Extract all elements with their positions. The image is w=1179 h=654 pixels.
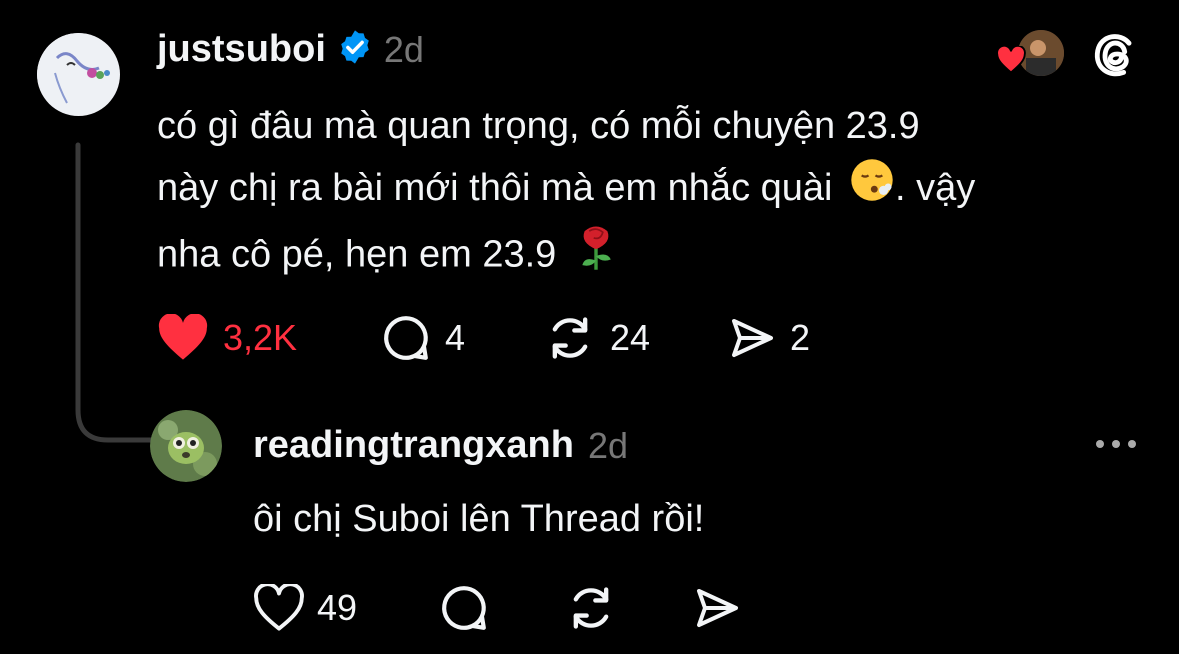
post-header: justsuboi 2d xyxy=(157,28,424,71)
heart-icon xyxy=(253,584,305,632)
repost-icon xyxy=(565,582,617,634)
comment-icon xyxy=(439,583,489,633)
threads-logo-icon[interactable] xyxy=(1088,27,1142,86)
repost-count: 24 xyxy=(610,317,651,358)
post-body: có gì đâu mà quan trọng, có mỗi chuyện 2… xyxy=(157,95,1157,291)
reply-body: ôi chị Suboi lên Thread rồi! xyxy=(253,498,705,540)
share-count: 2 xyxy=(790,317,811,358)
more-options-icon[interactable] xyxy=(1092,432,1140,461)
reply-header: readingtrangxanh 2d xyxy=(253,424,628,467)
reply-share-button[interactable] xyxy=(693,584,741,632)
repost-button[interactable]: 24 xyxy=(544,312,728,364)
repost-icon xyxy=(544,312,596,364)
heart-icon xyxy=(157,314,209,362)
send-icon xyxy=(693,584,741,632)
reply-actions: 49 xyxy=(253,582,741,634)
exhale-face-emoji-icon xyxy=(849,157,895,222)
reply-reply-button[interactable] xyxy=(439,583,565,633)
reply-author-username[interactable]: readingtrangxanh xyxy=(253,424,574,467)
like-count: 3,2K xyxy=(223,317,298,358)
like-button[interactable]: 3,2K xyxy=(157,314,381,362)
comment-icon xyxy=(381,313,431,363)
rose-emoji-icon xyxy=(573,222,619,291)
reply-like-count: 49 xyxy=(317,587,358,628)
reply-author-avatar[interactable] xyxy=(150,410,222,482)
send-icon xyxy=(728,314,776,362)
reply-like-button[interactable]: 49 xyxy=(253,584,439,632)
post-text-line: này chị ra bài mới thôi mà em nhắc quài … xyxy=(157,157,1157,222)
post-text-line: nha cô pé, hẹn em 23.9 xyxy=(157,222,1157,291)
post-author-avatar[interactable] xyxy=(37,33,120,116)
post-actions: 3,2K 4 24 2 xyxy=(157,312,810,364)
verified-badge-icon xyxy=(336,28,374,71)
share-button[interactable]: 2 xyxy=(728,314,810,362)
reply-repost-button[interactable] xyxy=(565,582,693,634)
heart-icon xyxy=(996,44,1026,79)
reply-button[interactable]: 4 xyxy=(381,313,544,363)
post-text-line: có gì đâu mà quan trọng, có mỗi chuyện 2… xyxy=(157,105,920,147)
thread-connector-line xyxy=(75,142,158,443)
liker-avatars[interactable] xyxy=(996,28,1066,79)
reply-timestamp: 2d xyxy=(587,424,628,466)
post-author-username[interactable]: justsuboi xyxy=(157,28,326,71)
post-timestamp: 2d xyxy=(383,28,424,70)
reply-count: 4 xyxy=(445,317,466,358)
